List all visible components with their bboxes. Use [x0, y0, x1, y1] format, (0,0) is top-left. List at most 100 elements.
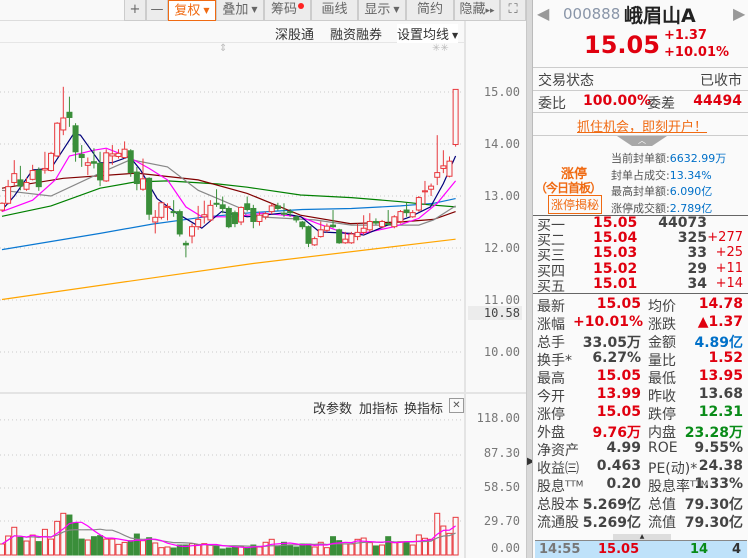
- bid-row: 买三 15.03 33 +25: [533, 245, 748, 264]
- volume-bar: [17, 536, 24, 556]
- stat-label: ROE: [648, 440, 678, 456]
- detail-value: 2.789亿: [669, 201, 713, 215]
- detail-label: 涨停成交额:: [611, 201, 670, 215]
- tick-count: 4: [731, 542, 741, 557]
- stat-row: 换手* 6.27% 量比 1.52: [533, 350, 748, 369]
- fullscreen-icon[interactable]: ⛶: [500, 0, 526, 21]
- candle-up: [440, 165, 447, 169]
- candle-down: [146, 177, 153, 215]
- tick-price: 15.05: [598, 542, 640, 557]
- volume-bar: [256, 546, 263, 556]
- candle-up: [5, 186, 12, 204]
- volume-tick: 29.70: [483, 514, 520, 528]
- candle-down: [219, 204, 226, 209]
- candle-up: [366, 220, 373, 231]
- candle-up: [54, 122, 61, 157]
- next-stock-icon[interactable]: ▶: [733, 4, 745, 23]
- stat-value: 4.99: [606, 440, 641, 456]
- weibi-value: 100.00%: [583, 93, 652, 109]
- volume-bar: [213, 544, 220, 556]
- candle-up: [11, 173, 18, 183]
- volume-bar: [244, 547, 251, 556]
- limit-detail-row: 当前封单额:6632.99万: [611, 151, 726, 168]
- stat-row: 总手 33.05万 金额 4.89亿: [533, 332, 748, 351]
- candle-up: [121, 148, 128, 159]
- volume-bar: [372, 545, 379, 556]
- stat-value: 15.05: [596, 368, 641, 384]
- price-tick: 13.00: [483, 189, 520, 203]
- bid-price: 15.03: [593, 245, 638, 262]
- candle-up: [360, 227, 367, 233]
- stat-row: 净资产 4.99 ROE 9.55%: [533, 440, 748, 459]
- bid-row: 买一 15.05 44073: [533, 215, 748, 234]
- stat-value: 24.38: [698, 458, 743, 474]
- previous-stock-icon[interactable]: ◀: [537, 4, 549, 23]
- stat-row: 总股本 5.269亿 总值 79.30亿: [533, 494, 748, 513]
- candle-up: [41, 167, 48, 171]
- stat-value: 33.05万: [582, 335, 641, 351]
- volume-bar: [35, 541, 42, 556]
- volume-bar: [268, 538, 275, 556]
- candle-up: [415, 197, 422, 211]
- stat-value: 0.463: [596, 458, 641, 474]
- volume-bar: [274, 545, 281, 556]
- volume-bar: [41, 528, 48, 556]
- close-indicator-icon[interactable]: ✕: [449, 398, 464, 413]
- volume-bar: [330, 536, 337, 556]
- volume-bar: [409, 544, 416, 556]
- candle-up: [60, 117, 67, 131]
- low-price-marker: 10.58: [468, 306, 522, 320]
- candle-up: [207, 204, 214, 221]
- candle-down: [66, 111, 73, 118]
- volume-bar: [84, 539, 91, 556]
- kline-chart[interactable]: [0, 0, 464, 558]
- price-change-pct: +10.01%: [664, 45, 730, 60]
- stat-label: 总手: [537, 335, 565, 351]
- candle-down: [90, 161, 97, 164]
- volume-bar: [54, 520, 61, 556]
- price-change: +1.37: [664, 28, 707, 43]
- volume-bar: [152, 542, 159, 556]
- limit-up-reveal-button[interactable]: 涨停揭秘: [548, 195, 603, 214]
- candle-up: [109, 153, 116, 157]
- price-tick: 14.00: [483, 137, 520, 151]
- stat-value: 12.31: [698, 404, 743, 420]
- detail-value: 6632.99万: [669, 152, 727, 165]
- bid-volume: 325: [677, 230, 707, 247]
- quote-panel: ◀ 000888 峨眉山A ▶ 15.05 +1.37 +10.01% 交易状态…: [532, 0, 748, 558]
- add-indicator-button[interactable]: 加指标: [359, 398, 398, 417]
- candle-down: [385, 223, 392, 226]
- stat-value: 1.52: [708, 350, 743, 366]
- volume-bar: [293, 546, 300, 556]
- switch-indicator-button[interactable]: 换指标: [404, 398, 443, 417]
- volume-bar: [262, 541, 269, 556]
- candle-up: [23, 181, 30, 190]
- candle-up: [348, 233, 355, 244]
- candle-up: [152, 216, 159, 223]
- limit-detail-row: 封单占成交:13.34%: [611, 168, 726, 185]
- stat-value: 9.55%: [694, 440, 743, 456]
- volume-tick: 58.50: [483, 480, 520, 494]
- candle-up: [201, 214, 208, 218]
- candle-up: [189, 226, 196, 237]
- volume-bar: [342, 543, 349, 556]
- collapse-arrow-icon[interactable]: ︿: [617, 136, 667, 146]
- weicha-value: 44494: [693, 93, 742, 109]
- stat-label: 昨收: [648, 389, 676, 405]
- candle-down: [182, 242, 189, 246]
- candle-up: [397, 211, 404, 222]
- candle-down: [213, 202, 220, 205]
- stat-label: 最新: [537, 299, 565, 315]
- candle-up: [268, 205, 275, 213]
- candle-up: [195, 218, 202, 228]
- volume-bar: [219, 548, 226, 556]
- open-account-link[interactable]: 抓住机会，即刻开户！: [577, 116, 707, 135]
- candle-up: [256, 214, 263, 222]
- candle-down: [78, 153, 85, 159]
- price-tick: 11.00: [483, 293, 520, 307]
- candle-down: [293, 216, 300, 221]
- volume-bar: [311, 546, 318, 556]
- stat-value: 15.05: [596, 296, 641, 312]
- edit-params-button[interactable]: 改参数: [313, 398, 352, 417]
- stat-label: 总值: [648, 497, 676, 513]
